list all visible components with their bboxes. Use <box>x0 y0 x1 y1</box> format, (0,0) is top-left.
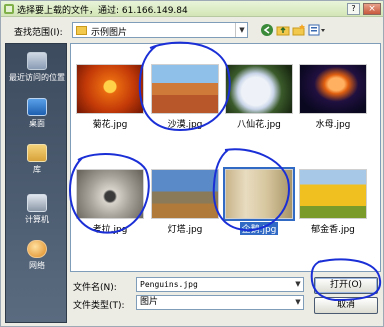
chevron-down-icon[interactable]: ▼ <box>293 296 303 309</box>
lookin-dropdown[interactable]: 示例图片 ▼ <box>72 22 248 38</box>
lookin-label: 查找范围(I): <box>14 28 63 38</box>
thumbnail-lighthouse <box>151 169 219 219</box>
place-label: 桌面 <box>29 119 45 128</box>
place-label: 库 <box>33 165 41 174</box>
window-title: 选择要上载的文件，通过: 61.166.149.84 <box>17 6 188 16</box>
lookin-value: 示例图片 <box>91 28 128 38</box>
title-bar: 选择要上载的文件，通过: 61.166.149.84 ? × <box>1 1 383 17</box>
filetype-label: 文件类型(T): <box>73 301 125 311</box>
desktop-icon <box>27 98 47 116</box>
window-app-icon <box>4 4 14 14</box>
file-name: 企鹅.jpg <box>239 222 279 235</box>
file-name: 菊花.jpg <box>92 120 128 130</box>
file-name: 八仙花.jpg <box>237 120 281 130</box>
help-button[interactable]: ? <box>347 3 360 15</box>
file-item[interactable]: 考拉.jpg <box>74 169 146 235</box>
thumbnail-tulips <box>299 169 367 219</box>
open-button[interactable]: 打开(O) <box>314 277 378 294</box>
file-list[interactable]: 菊花.jpg 沙漠.jpg 八仙花.jpg 水母.jpg 考拉.jpg 灯塔.j… <box>70 43 381 272</box>
file-name: 水母.jpg <box>315 120 351 130</box>
close-button[interactable]: × <box>363 3 381 15</box>
file-name: 郁金香.jpg <box>311 225 355 235</box>
chevron-down-icon[interactable]: ▼ <box>235 23 248 37</box>
recent-places-icon <box>27 52 47 70</box>
place-label: 计算机 <box>25 215 49 224</box>
computer-icon <box>27 194 47 212</box>
filename-input[interactable]: Penguins.jpg <box>136 277 304 292</box>
file-item[interactable]: 郁金香.jpg <box>297 169 369 235</box>
thumbnail-hydrangeas <box>225 64 293 114</box>
file-name: 沙漠.jpg <box>167 120 203 130</box>
file-item[interactable]: 菊花.jpg <box>74 64 146 130</box>
thumbnail-chrysanthemum <box>76 64 144 114</box>
views-menu-icon[interactable] <box>308 23 326 37</box>
folder-icon <box>76 26 87 35</box>
file-item[interactable]: 水母.jpg <box>297 64 369 130</box>
file-item[interactable]: 沙漠.jpg <box>149 64 221 130</box>
place-recent[interactable]: 最近访问的位置 <box>6 52 68 83</box>
libraries-icon <box>27 144 47 162</box>
thumbnail-koala <box>76 169 144 219</box>
file-item[interactable]: 灯塔.jpg <box>149 169 221 235</box>
up-folder-icon[interactable] <box>276 23 290 37</box>
places-bar: 最近访问的位置 桌面 库 计算机 网络 <box>5 43 67 323</box>
place-label: 网络 <box>29 261 45 270</box>
network-icon <box>27 240 47 258</box>
cancel-button[interactable]: 取消 <box>314 297 378 314</box>
filename-label: 文件名(N): <box>73 283 117 293</box>
file-upload-dialog: 选择要上载的文件，通过: 61.166.149.84 ? × 查找范围(I): … <box>0 0 384 327</box>
place-network[interactable]: 网络 <box>6 240 68 271</box>
thumbnail-desert <box>151 64 219 114</box>
place-label: 最近访问的位置 <box>9 73 65 82</box>
place-libraries[interactable]: 库 <box>6 144 68 175</box>
filetype-select[interactable]: 图片 <box>136 295 304 310</box>
thumbnail-jellyfish <box>299 64 367 114</box>
file-item[interactable]: 八仙花.jpg <box>223 64 295 130</box>
thumbnail-penguins <box>223 167 295 221</box>
file-item-selected[interactable]: 企鹅.jpg <box>223 167 295 235</box>
file-name: 灯塔.jpg <box>167 225 203 235</box>
new-folder-icon[interactable] <box>292 23 306 37</box>
place-computer[interactable]: 计算机 <box>6 194 68 225</box>
chevron-down-icon[interactable]: ▼ <box>293 278 303 291</box>
place-desktop[interactable]: 桌面 <box>6 98 68 129</box>
file-name: 考拉.jpg <box>92 225 128 235</box>
back-icon[interactable] <box>260 23 274 37</box>
